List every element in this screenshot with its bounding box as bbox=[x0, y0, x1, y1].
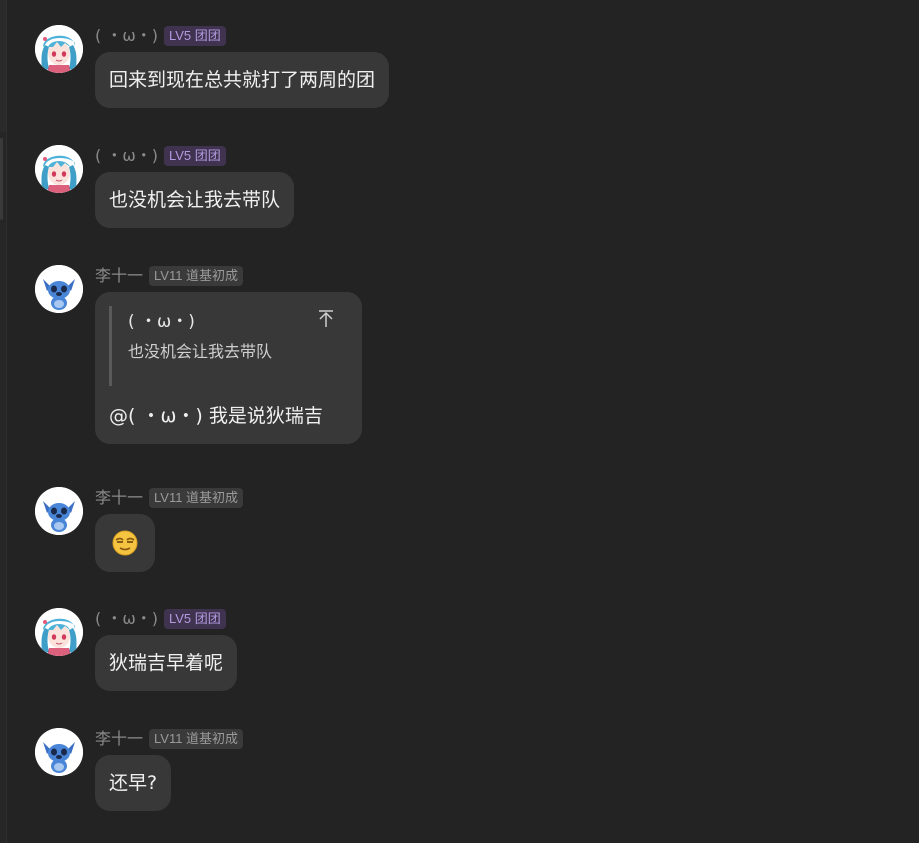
nickname[interactable]: ( ・ω・) bbox=[95, 608, 158, 630]
message-header: ( ・ω・) LV5 团团 bbox=[95, 145, 226, 167]
avatar-li[interactable] bbox=[35, 265, 83, 313]
message-bubble-with-quote[interactable]: ( ・ω・) 也没机会让我去带队 @( ・ω・) 我是说狄瑞吉 bbox=[95, 292, 362, 444]
girl-avatar-icon bbox=[35, 145, 83, 193]
message-bubble[interactable]: 也没机会让我去带队 bbox=[95, 172, 295, 228]
stitch-avatar-icon bbox=[35, 728, 83, 776]
left-divider-top bbox=[0, 0, 6, 132]
message-text: @( ・ω・) 我是说狄瑞吉 bbox=[109, 405, 323, 427]
stitch-avatar-icon bbox=[35, 265, 83, 313]
avatar-li[interactable] bbox=[35, 487, 83, 535]
level-badge[interactable]: LV5 团团 bbox=[163, 26, 226, 46]
level-badge[interactable]: LV11 道基初成 bbox=[149, 488, 244, 508]
level-badge[interactable]: LV5 团团 bbox=[163, 609, 226, 629]
avatar-omega[interactable] bbox=[35, 608, 83, 656]
message-header: ( ・ω・) LV5 团团 bbox=[95, 25, 226, 47]
nickname[interactable]: ( ・ω・) bbox=[95, 145, 158, 167]
scrollbar-thumb[interactable] bbox=[0, 138, 3, 220]
smug-face-emoji-icon bbox=[112, 530, 138, 556]
message-bubble[interactable]: 回来到现在总共就打了两周的团 bbox=[95, 52, 390, 108]
quoted-text: 也没机会让我去带队 bbox=[128, 342, 273, 361]
girl-avatar-icon bbox=[35, 608, 83, 656]
message-header: 李十一 LV11 道基初成 bbox=[95, 487, 244, 509]
chat-panel: ( ・ω・) LV5 团团 回来到现在总共就打了两周的团 ( ・ω・) LV5 … bbox=[0, 0, 919, 843]
message-header: ( ・ω・) LV5 团团 bbox=[95, 608, 226, 630]
girl-avatar-icon bbox=[35, 25, 83, 73]
nickname[interactable]: ( ・ω・) bbox=[95, 25, 158, 47]
message-header: 李十一 LV11 道基初成 bbox=[95, 265, 244, 287]
level-badge[interactable]: LV5 团团 bbox=[163, 146, 226, 166]
message-bubble[interactable]: 还早? bbox=[95, 755, 172, 811]
jump-to-quote-icon[interactable] bbox=[316, 308, 336, 330]
avatar-omega[interactable] bbox=[35, 145, 83, 193]
avatar-omega[interactable] bbox=[35, 25, 83, 73]
level-badge[interactable]: LV11 道基初成 bbox=[149, 729, 244, 749]
message-header: 李十一 LV11 道基初成 bbox=[95, 728, 244, 750]
message-bubble[interactable]: 狄瑞吉早着呢 bbox=[95, 635, 238, 691]
nickname[interactable]: 李十一 bbox=[95, 728, 143, 750]
stitch-avatar-icon bbox=[35, 487, 83, 535]
quoted-author: ( ・ω・) bbox=[128, 312, 195, 332]
quoted-message[interactable]: ( ・ω・) 也没机会让我去带队 bbox=[109, 306, 348, 386]
nickname[interactable]: 李十一 bbox=[95, 487, 143, 509]
nickname[interactable]: 李十一 bbox=[95, 265, 143, 287]
level-badge[interactable]: LV11 道基初成 bbox=[149, 266, 244, 286]
avatar-li[interactable] bbox=[35, 728, 83, 776]
message-bubble[interactable] bbox=[95, 514, 155, 572]
